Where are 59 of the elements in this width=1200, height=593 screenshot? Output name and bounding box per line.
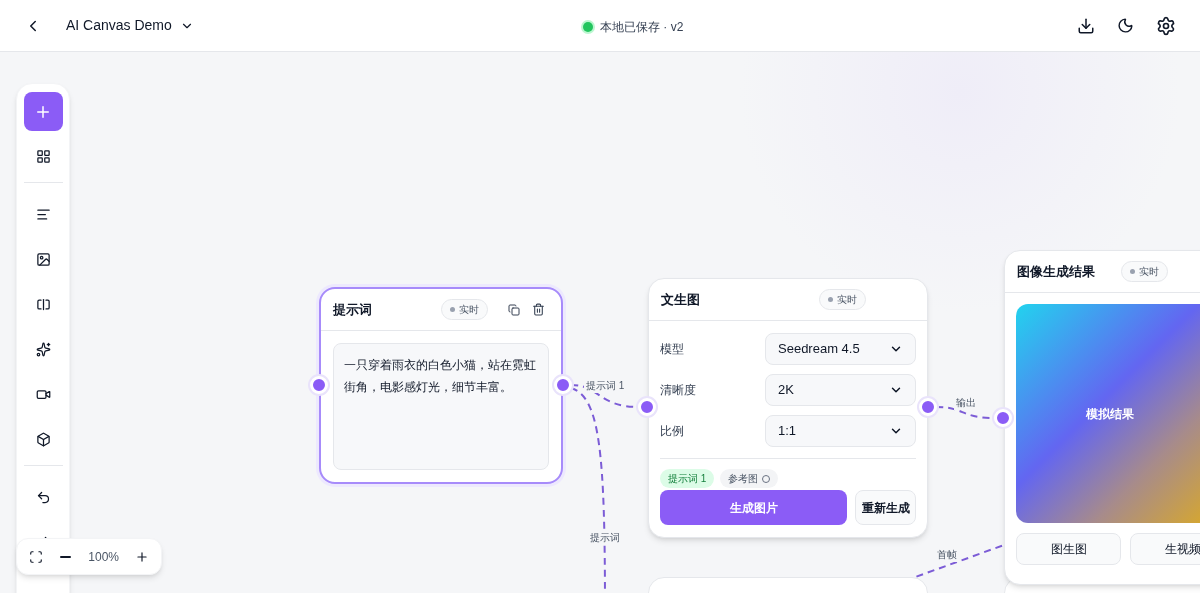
action-button[interactable]: 生视频 — [1130, 533, 1200, 565]
input-chip: 参考图 — [720, 469, 779, 488]
project-title-button[interactable]: AI Canvas Demo — [66, 15, 194, 36]
edge-label: 首帧 — [935, 547, 959, 562]
download-button[interactable] — [1077, 16, 1095, 35]
input-chip: 提示词 1 — [660, 469, 715, 488]
dropdown[interactable]: 2K — [765, 374, 916, 406]
split-frame-icon — [35, 297, 51, 312]
plus-icon — [135, 549, 149, 564]
save-status: 本地已保存 · v2 — [600, 19, 684, 36]
live-badge: 实时 — [819, 289, 866, 310]
moon-icon — [1117, 17, 1134, 34]
image-icon — [35, 252, 51, 267]
node-title: 图像生成结果 — [1017, 262, 1095, 281]
edge-label: 提示词 1 — [584, 378, 627, 393]
trash-icon — [532, 303, 545, 316]
zoom-in-button[interactable] — [135, 549, 149, 564]
field-label: 清晰度 — [660, 382, 697, 399]
regenerate-button[interactable]: 重新生成 — [855, 490, 916, 525]
node-card[interactable]: 提示词 实时 一只穿着雨衣的白色小猫，站在霓虹街角，电影感灯光，细节丰富。 — [319, 287, 563, 484]
undo-icon — [35, 490, 51, 505]
copy-button[interactable] — [508, 303, 520, 316]
node-title: 提示词 — [333, 300, 372, 319]
dropdown[interactable]: 1:1 — [765, 415, 916, 447]
cube-icon — [35, 432, 51, 447]
prompt-textarea[interactable]: 一只穿着雨衣的白色小猫，站在霓虹街角，电影感灯光，细节丰富。 — [333, 343, 549, 470]
download-icon — [1077, 16, 1095, 35]
minus-icon — [60, 555, 72, 558]
connection-handle[interactable] — [554, 376, 572, 394]
connection-handle[interactable] — [638, 398, 656, 416]
dropdown[interactable]: Seedream 4.5 — [765, 333, 916, 365]
delete-button[interactable] — [532, 303, 545, 316]
edge-label: 输出 — [954, 395, 978, 410]
settings-button[interactable] — [1156, 15, 1176, 36]
dark-mode-button[interactable] — [1117, 17, 1134, 34]
connection-handle[interactable] — [994, 409, 1012, 427]
generate-button[interactable]: 生成图片 — [660, 490, 847, 525]
text-lines-icon — [35, 207, 51, 222]
preview-label: 模拟结果 — [1086, 405, 1134, 423]
field-label: 比例 — [660, 423, 685, 440]
grid-icon — [35, 149, 51, 164]
fit-screen-icon — [29, 549, 43, 564]
node-title: 文生图 — [661, 290, 701, 309]
connection-handle[interactable] — [310, 376, 328, 394]
action-button[interactable]: 图生图 — [1016, 533, 1121, 565]
zoom-level: 100% — [88, 548, 119, 566]
node-card[interactable]: 图像生成结果 实时 模拟结果 图生图 生视频 — [1004, 250, 1200, 585]
live-badge: 实时 — [1121, 261, 1168, 282]
field-label: 模型 — [660, 341, 685, 358]
video-icon — [35, 387, 51, 402]
add-button[interactable] — [23, 92, 63, 131]
live-badge: 实时 — [441, 299, 488, 320]
settings-icon — [1156, 15, 1176, 36]
connection-handle[interactable] — [919, 398, 937, 416]
node-card[interactable]: 文生图 实时 模型 Seedream 4.5 清晰度 2K 比例 1:1 提示词 1 参考图 生成图片 重新生成 — [648, 278, 928, 538]
copy-icon — [508, 303, 520, 316]
sparkles-icon — [35, 342, 51, 357]
edge-label: 提示词 — [588, 530, 622, 545]
fit-screen-button[interactable] — [29, 549, 43, 564]
